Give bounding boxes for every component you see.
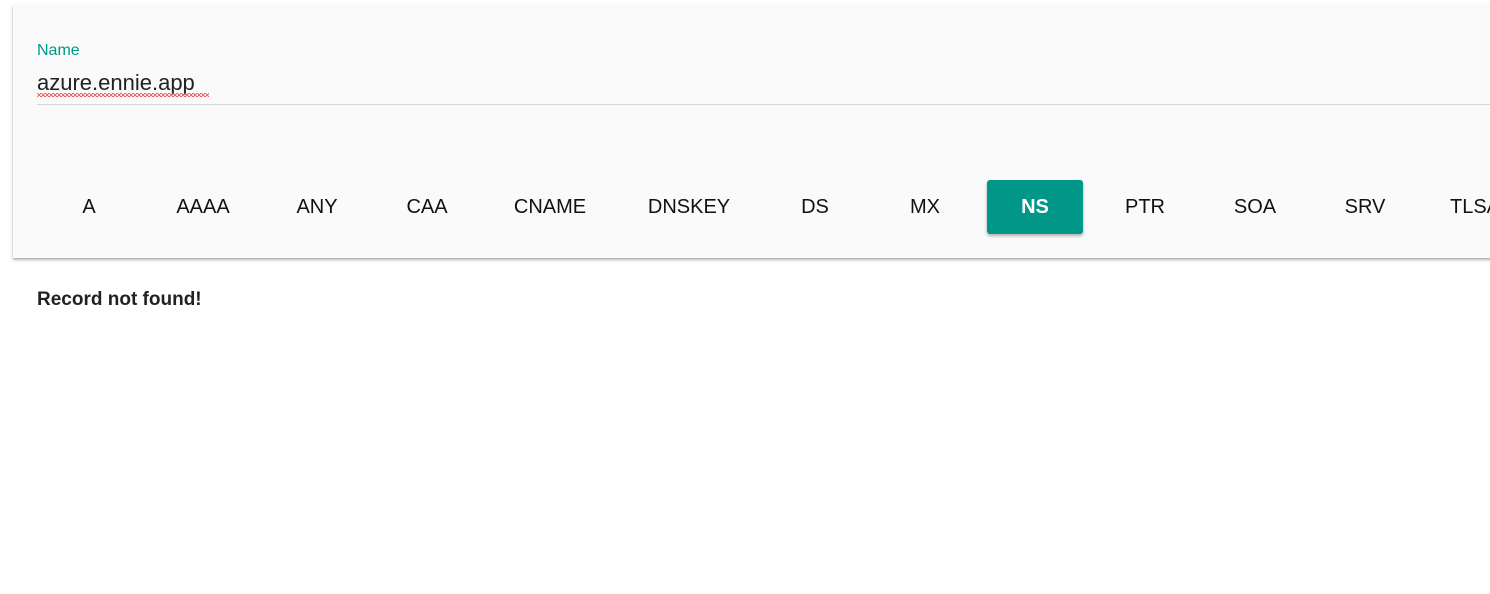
name-input[interactable] [37,68,1490,98]
record-type-label: DS [801,196,829,218]
record-type-selector: A AAAA ANY CAA CNAME DNSKEY DS MX NS PTR… [13,180,1490,234]
record-type-mx[interactable]: MX [879,180,971,234]
record-type-ptr[interactable]: PTR [1099,180,1191,234]
record-type-label: CNAME [513,196,587,218]
record-type-caa[interactable]: CAA [381,180,473,234]
record-type-label: NS [1021,196,1049,218]
record-type-label: SOA [1233,196,1277,218]
lookup-card: Name A AAAA ANY CAA CNAME DNSKEY DS MX N… [13,4,1490,258]
result-message: Record not found! [37,289,202,310]
record-type-a[interactable]: A [43,180,135,234]
record-type-label: MX [910,196,940,218]
record-type-aaaa[interactable]: AAAA [153,180,253,234]
record-type-label: PTR [1125,196,1165,218]
record-type-label: AAAA [176,196,230,218]
record-type-label: CAA [406,196,448,218]
record-type-tlsa[interactable]: TLSA [1429,180,1490,234]
record-type-cname[interactable]: CNAME [491,180,609,234]
record-type-label: A [82,196,96,218]
record-type-label: DNSKEY [647,196,731,218]
record-type-ds[interactable]: DS [769,180,861,234]
record-type-label: ANY [296,196,338,218]
record-type-srv[interactable]: SRV [1319,180,1411,234]
input-underline [37,104,1490,105]
record-type-soa[interactable]: SOA [1209,180,1301,234]
record-type-any[interactable]: ANY [271,180,363,234]
record-type-dnskey[interactable]: DNSKEY [625,180,753,234]
record-type-label: TLSA [1449,196,1490,218]
record-type-label: SRV [1344,196,1386,218]
spellcheck-underline [37,93,209,97]
name-field-label: Name [37,42,80,59]
record-type-ns[interactable]: NS [987,180,1083,234]
